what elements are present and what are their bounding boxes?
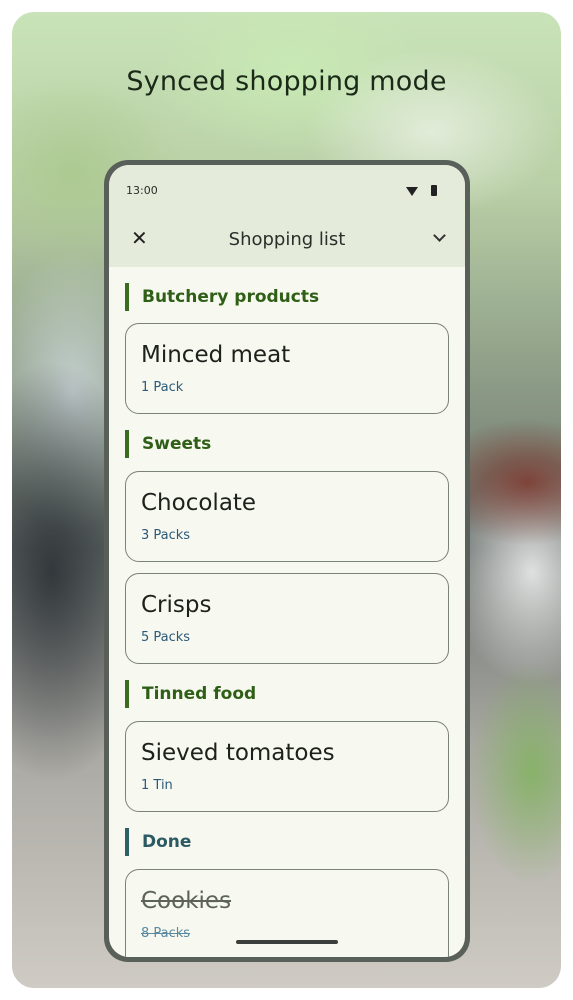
wifi-icon (406, 187, 418, 196)
item-name: Crisps (141, 592, 212, 618)
top-app-bar: 13:00 ✕ Shopping list (109, 165, 465, 267)
item-quantity: 8 Packs (141, 926, 191, 941)
home-indicator[interactable] (236, 940, 338, 944)
headline: Synced shopping mode (126, 66, 447, 97)
item-name: Chocolate (141, 490, 257, 516)
item-name: Minced meat (141, 342, 291, 368)
section-header-done: Done (125, 828, 191, 856)
item-quantity: 1 Tin (141, 778, 173, 793)
list-item[interactable]: Crisps 5 Packs (125, 573, 449, 664)
status-time: 13:00 (126, 184, 158, 197)
item-quantity: 1 Pack (141, 380, 184, 395)
battery-icon (431, 185, 437, 196)
section-header-sweets: Sweets (125, 430, 211, 458)
phone-screen: 13:00 ✕ Shopping list Butchery products … (109, 165, 465, 957)
list-item[interactable]: Minced meat 1 Pack (125, 323, 449, 414)
item-name: Cookies (141, 888, 232, 914)
section-header-butchery: Butchery products (125, 283, 319, 311)
list-item[interactable]: Chocolate 3 Packs (125, 471, 449, 562)
item-name: Sieved tomatoes (141, 740, 335, 766)
item-quantity: 5 Packs (141, 630, 191, 645)
list-item[interactable]: Sieved tomatoes 1 Tin (125, 721, 449, 812)
app-title: Shopping list (228, 229, 346, 250)
item-quantity: 3 Packs (141, 528, 191, 543)
section-header-tinned-food: Tinned food (125, 680, 256, 708)
phone-frame: 13:00 ✕ Shopping list Butchery products … (104, 160, 470, 962)
